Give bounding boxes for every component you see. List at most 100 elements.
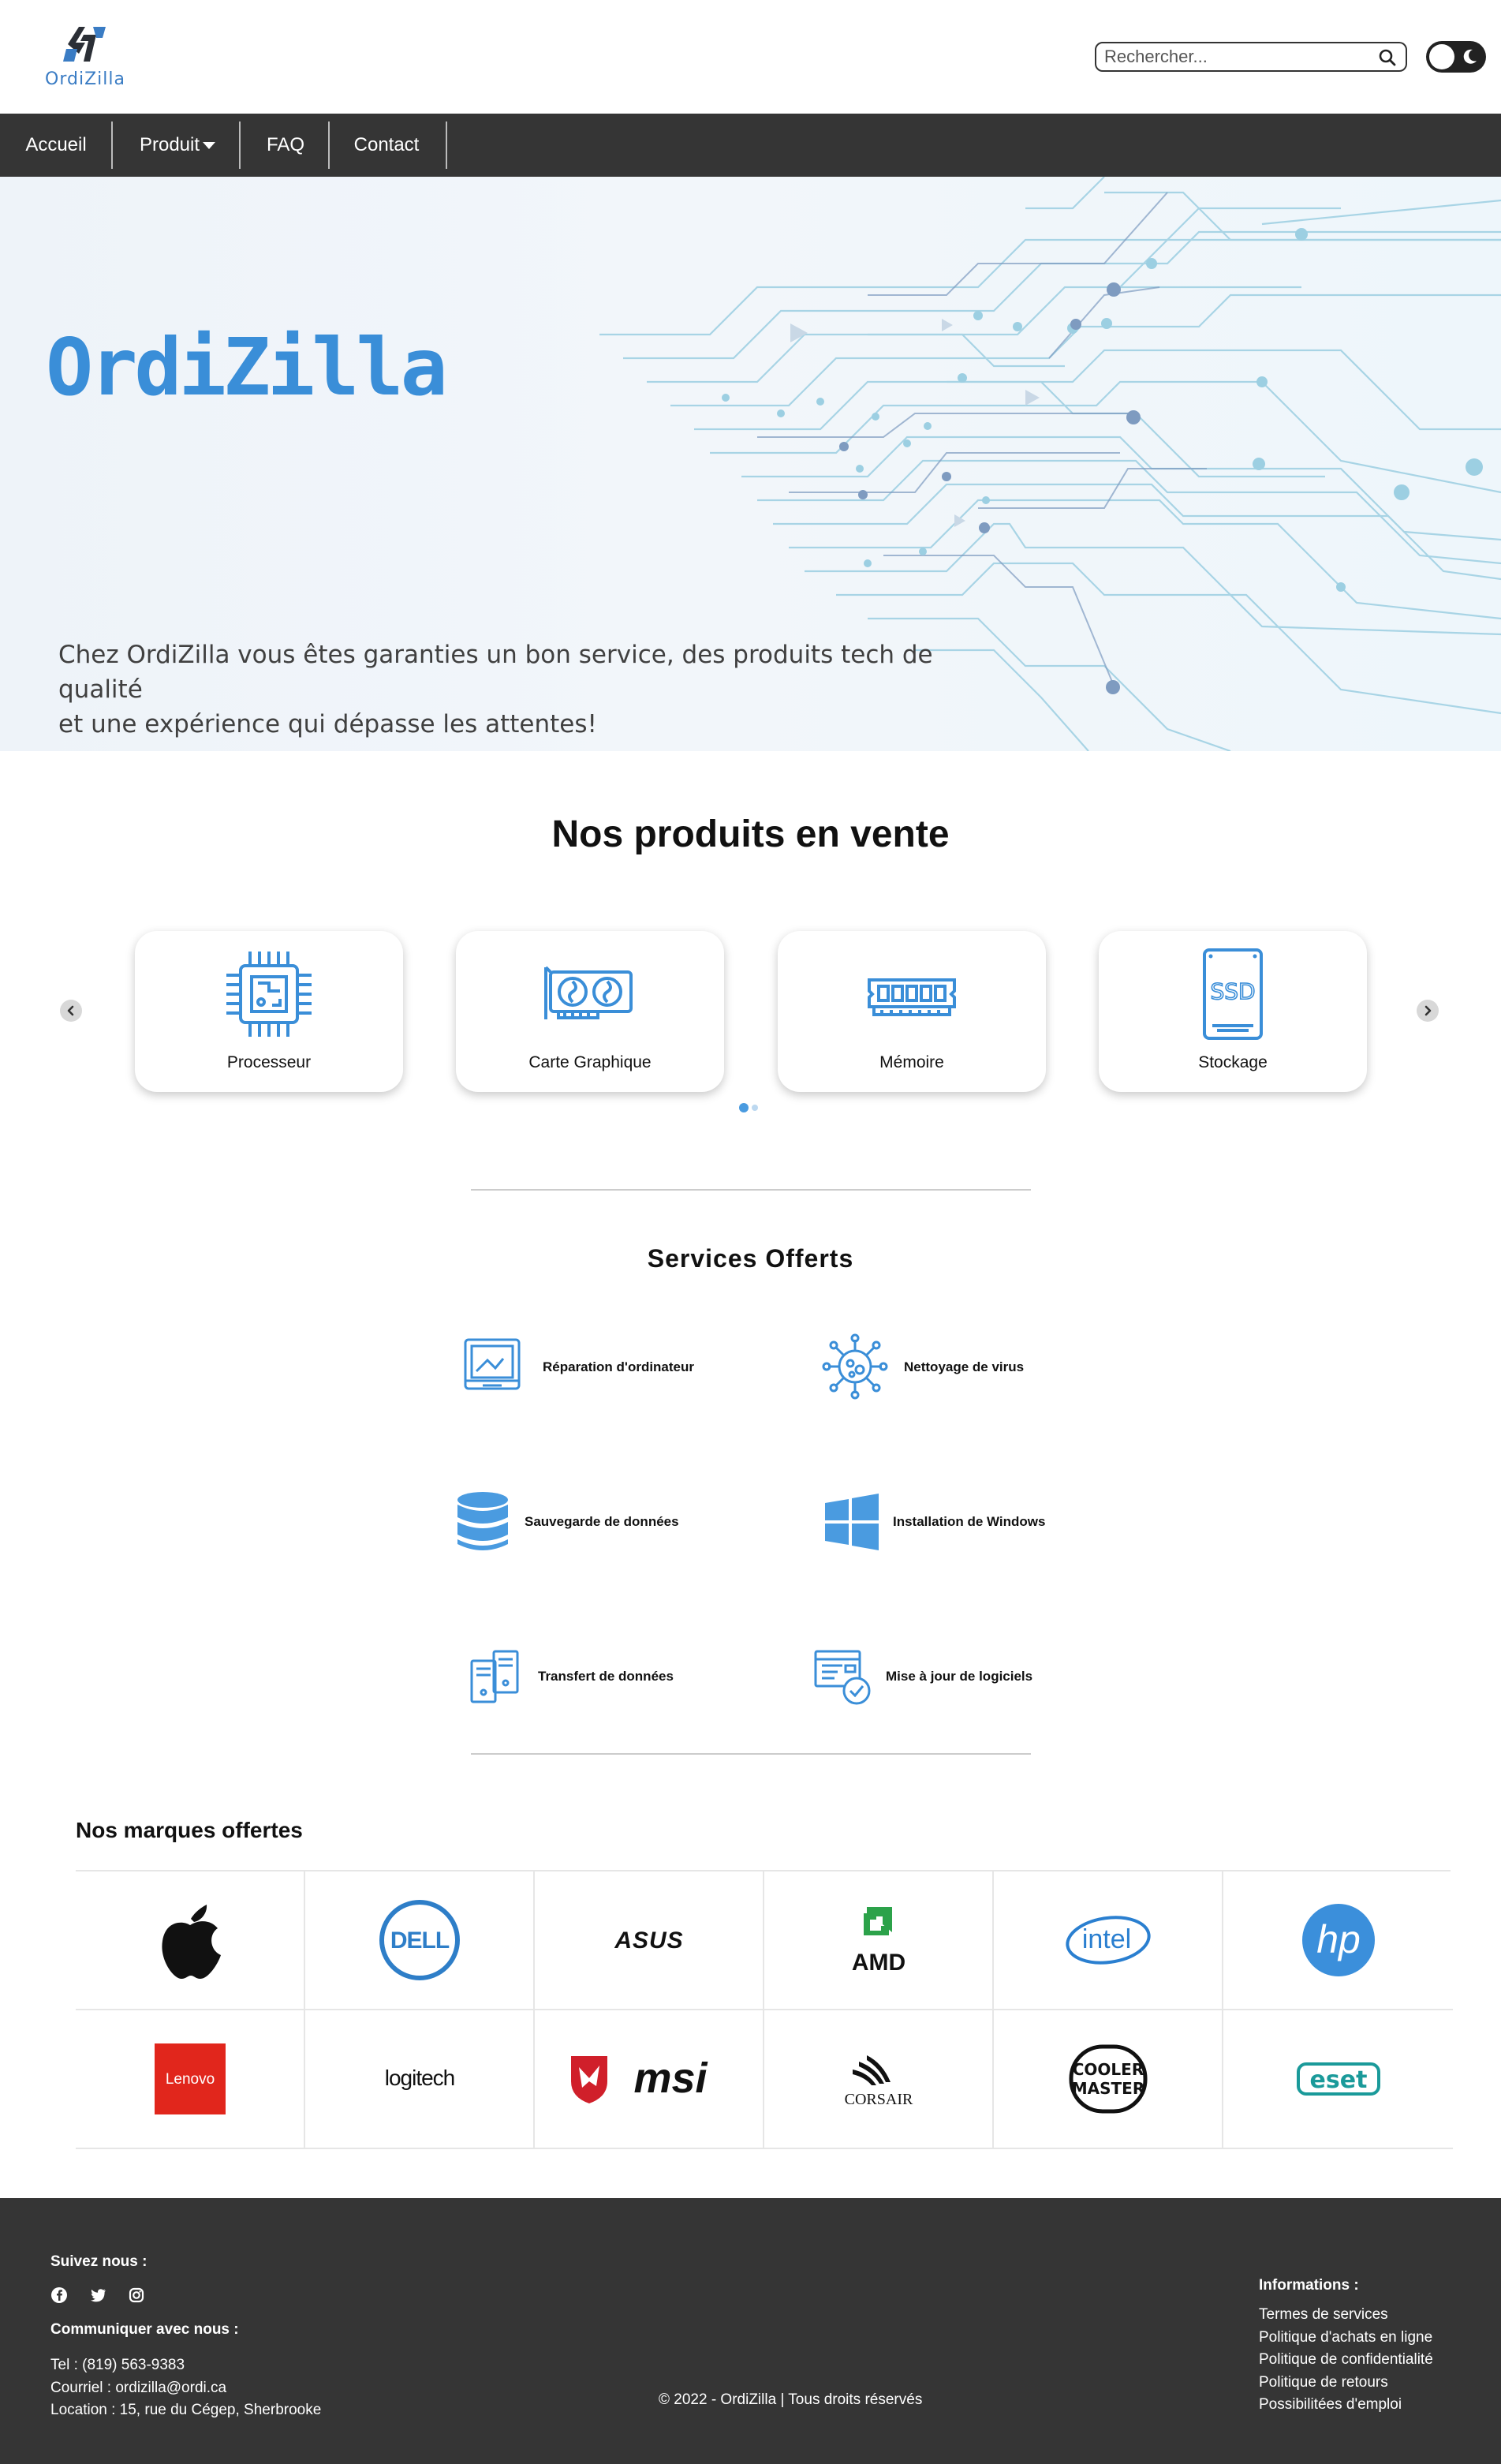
- chevron-left-icon: [67, 1005, 74, 1016]
- site-logo[interactable]: OrdiZilla: [30, 22, 140, 93]
- hp-logo-text: hp: [1316, 1917, 1361, 1961]
- carousel-prev-button[interactable]: [60, 1000, 82, 1022]
- amd-logo: AMD: [851, 1907, 905, 1976]
- footer-tel: Tel : (819) 563-9383: [50, 2357, 185, 2373]
- lenovo-logo-text: Lenovo: [165, 2071, 214, 2088]
- logitech-logo: logitech: [384, 2066, 455, 2090]
- eset-logo: eset: [1296, 2062, 1380, 2096]
- footer-link-retours[interactable]: Politique de retours: [1259, 2374, 1388, 2391]
- brand-cell-amd[interactable]: AMD: [764, 1871, 994, 2010]
- footer-copyright: © 2022 - OrdiZilla | Tous droits réservé…: [659, 2391, 923, 2408]
- nav-label: Produit: [139, 134, 200, 155]
- product-card-carte-graphique[interactable]: Carte Graphique: [456, 931, 724, 1092]
- carousel-dot-active[interactable]: [739, 1103, 749, 1112]
- instagram-icon[interactable]: [128, 2286, 145, 2304]
- lenovo-logo: Lenovo: [154, 2043, 226, 2114]
- search-box: [1095, 42, 1407, 72]
- footer-info-title: Informations :: [1259, 2277, 1359, 2294]
- dark-mode-toggle[interactable]: [1426, 41, 1486, 73]
- products-title: Nos produits en vente: [551, 813, 950, 855]
- cooler-master-line2: MASTER: [1071, 2079, 1144, 2098]
- footer-link-achats[interactable]: Politique d'achats en ligne: [1259, 2329, 1432, 2346]
- brand-cell-corsair[interactable]: CORSAIR: [764, 2010, 994, 2149]
- services-title: Services Offerts: [647, 1244, 854, 1273]
- product-card-label: Mémoire: [879, 1053, 944, 1071]
- site-footer: Suivez nous : Communiquer avec nous : Te…: [0, 2198, 1501, 2464]
- product-card-label: Carte Graphique: [528, 1053, 652, 1071]
- eset-logo-text: eset: [1309, 2066, 1367, 2094]
- chevron-right-icon: [1424, 1005, 1432, 1016]
- footer-email[interactable]: Courriel : ordizilla@ordi.ca: [50, 2380, 226, 2397]
- nav-label: FAQ: [266, 134, 304, 155]
- moon-icon: [1463, 49, 1477, 64]
- asus-logo-text: ASUS: [614, 1927, 683, 1954]
- nav-item-accueil[interactable]: Accueil: [8, 122, 104, 169]
- carousel-dot[interactable]: [752, 1105, 758, 1111]
- msi-logo: msi: [570, 2055, 708, 2103]
- service-label: Transfert de données: [538, 1669, 674, 1684]
- logo-text: OrdiZilla: [45, 69, 125, 89]
- toggle-knob: [1429, 44, 1454, 69]
- footer-link-emploi[interactable]: Possibilitées d'emploi: [1259, 2396, 1402, 2414]
- brand-cell-cooler-master[interactable]: COOLER MASTER: [994, 2010, 1223, 2149]
- brand-cell-msi[interactable]: msi: [535, 2010, 764, 2149]
- apple-logo: [161, 1905, 221, 1979]
- brands-title: Nos marques offertes: [76, 1818, 303, 1842]
- msi-logo-text: msi: [633, 2055, 708, 2102]
- svg-text:SSD: SSD: [1210, 978, 1255, 1004]
- software-update-icon: [814, 1650, 871, 1705]
- hp-logo: hp: [1301, 1904, 1375, 1976]
- ssd-icon: SSD: [1203, 948, 1263, 1040]
- product-card-stockage[interactable]: SSD Stockage: [1099, 931, 1367, 1092]
- footer-location: Location : 15, rue du Cégep, Sherbrooke: [50, 2402, 322, 2418]
- graphics-card-icon: [544, 966, 633, 1019]
- service-label: Sauvegarde de données: [525, 1514, 679, 1529]
- brand-cell-logitech[interactable]: logitech: [305, 2010, 535, 2149]
- footer-contact-title: Communiquer avec nous :: [50, 2321, 239, 2338]
- service-label: Mise à jour de logiciels: [886, 1669, 1033, 1684]
- twitter-icon[interactable]: [89, 2286, 106, 2304]
- intel-logo: intel: [1065, 1916, 1151, 1965]
- search-icon[interactable]: [1377, 47, 1398, 68]
- brand-cell-apple[interactable]: [76, 1871, 305, 2010]
- nav-divider: [328, 122, 330, 169]
- service-label: Installation de Windows: [893, 1514, 1046, 1529]
- footer-link-confidentialite[interactable]: Politique de confidentialité: [1259, 2351, 1433, 2369]
- nav-divider: [239, 122, 241, 169]
- facebook-icon[interactable]: [50, 2286, 68, 2304]
- site-header: OrdiZilla: [0, 0, 1501, 114]
- brand-cell-dell[interactable]: DELL: [305, 1871, 535, 2010]
- hero-brand-title: OrdiZilla: [46, 327, 448, 413]
- memory-icon: [868, 978, 956, 1016]
- hero-title-text: OrdiZilla: [46, 327, 445, 413]
- section-divider: [471, 1753, 1031, 1755]
- dell-logo: DELL: [379, 1900, 460, 1980]
- nav-divider: [446, 122, 447, 169]
- nav-item-contact[interactable]: Contact: [335, 122, 438, 169]
- nav-label: Accueil: [25, 134, 87, 155]
- brands-grid: DELL ASUS AMD intel hp Lenovo logitech m…: [76, 1870, 1453, 2149]
- brand-cell-lenovo[interactable]: Lenovo: [76, 2010, 305, 2149]
- footer-link-termes[interactable]: Termes de services: [1259, 2306, 1388, 2324]
- carousel-next-button[interactable]: [1417, 1000, 1439, 1022]
- data-transfer-icon: [470, 1650, 519, 1703]
- brand-cell-eset[interactable]: eset: [1223, 2010, 1453, 2149]
- brand-cell-hp[interactable]: hp: [1223, 1871, 1453, 2010]
- service-label: Nettoyage de virus: [904, 1359, 1025, 1374]
- brand-cell-intel[interactable]: intel: [994, 1871, 1223, 2010]
- nav-item-faq[interactable]: FAQ: [246, 122, 325, 169]
- product-card-label: Stockage: [1198, 1053, 1268, 1071]
- footer-follow-title: Suivez nous :: [50, 2253, 147, 2270]
- nav-item-produit[interactable]: Produit: [118, 122, 237, 169]
- product-card-processeur[interactable]: Processeur: [135, 931, 403, 1092]
- logo-mark-icon: [63, 27, 106, 62]
- windows-icon: [825, 1494, 879, 1550]
- product-card-memoire[interactable]: Mémoire: [778, 931, 1046, 1092]
- database-icon: [457, 1492, 508, 1550]
- search-input[interactable]: [1104, 47, 1365, 67]
- cooler-master-line1: COOLER: [1072, 2060, 1144, 2079]
- nav-divider: [111, 122, 113, 169]
- cooler-master-logo: COOLER MASTER: [1069, 2044, 1147, 2114]
- hero-description: Chez OrdiZilla vous êtes garanties un bo…: [58, 637, 1005, 742]
- brand-cell-asus[interactable]: ASUS: [535, 1871, 764, 2010]
